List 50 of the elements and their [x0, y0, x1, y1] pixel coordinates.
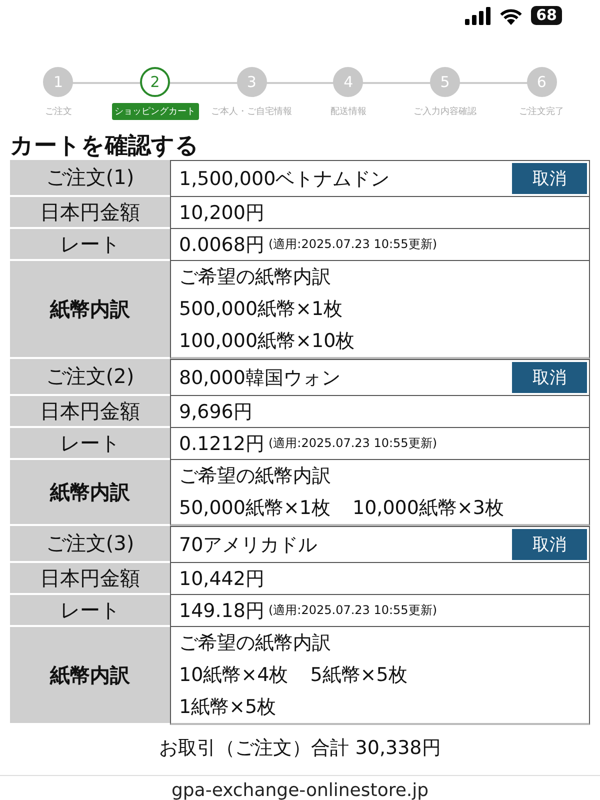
banknote-item: 1紙幣×5枚	[179, 695, 276, 720]
battery-level: 68	[531, 6, 562, 25]
banknote-item: 10紙幣×4枚	[179, 663, 288, 688]
cancel-button[interactable]: 取消	[512, 529, 587, 560]
banknote-item: 500,000紙幣×1枚	[179, 297, 343, 322]
label-cell: レート	[10, 595, 170, 627]
label-cell: ご注文(1)	[10, 160, 170, 197]
value-cell: 9,696円	[170, 396, 590, 428]
wifi-icon	[499, 6, 524, 24]
currency-amount: 1,500,000ベトナムドン	[179, 166, 390, 192]
banknote-item: 50,000紙幣×1枚	[179, 496, 330, 521]
label-cell: 紙幣内訳	[10, 460, 170, 526]
currency-amount: 70アメリカドル	[179, 532, 318, 558]
step-label: ショッピングカート	[112, 103, 198, 120]
rate-note: (適用:2025.07.23 10:55更新)	[268, 435, 437, 452]
step-label: ご本人・ご自宅情報	[210, 106, 294, 119]
notes-header: ご希望の紙幣内訳	[179, 265, 331, 290]
step-label: ご注文完了	[518, 106, 566, 119]
order-total: お取引（ご注文）合計 30,338円	[0, 725, 600, 776]
notes-header: ご希望の紙幣内訳	[179, 464, 331, 489]
rate-note: (適用:2025.07.23 10:55更新)	[268, 602, 437, 619]
rate-value: 149.18円	[179, 598, 264, 624]
page-title: カートを確認する	[9, 132, 200, 160]
label-cell: ご注文(2)	[10, 359, 170, 396]
rate-value: 0.0068円	[179, 232, 264, 258]
value-cell: 10,442円	[170, 563, 590, 595]
label-cell: ご注文(3)	[10, 526, 170, 563]
url-text: gpa-exchange-onlinestore.jp	[171, 780, 429, 800]
label-cell: レート	[10, 229, 170, 261]
rate-value: 0.1212円	[179, 432, 264, 456]
step-label: 配送情報	[329, 106, 368, 119]
banknote-item: 100,000紙幣×10枚	[179, 329, 355, 354]
signal-icon	[465, 6, 492, 24]
label-cell: 紙幣内訳	[10, 627, 170, 725]
label-cell: 日本円金額	[10, 563, 170, 595]
label-cell: 日本円金額	[10, 197, 170, 229]
cancel-button[interactable]: 取消	[512, 163, 587, 194]
step-number: 2	[140, 67, 170, 97]
step-label: ご注文	[44, 106, 73, 119]
label-cell: 日本円金額	[10, 396, 170, 428]
notes-header: ご希望の紙幣内訳	[179, 631, 331, 656]
rate-note: (適用:2025.07.23 10:55更新)	[268, 236, 437, 253]
label-cell: レート	[10, 428, 170, 460]
currency-amount: 80,000韓国ウォン	[179, 366, 340, 390]
banknote-item: 10,000紙幣×3枚	[352, 496, 504, 521]
cancel-button[interactable]: 取消	[512, 362, 587, 393]
step-label: ご入力内容確認	[412, 106, 478, 119]
value-cell: 10,200円	[170, 197, 590, 229]
label-cell: 紙幣内訳	[10, 261, 170, 359]
banknote-item: 5紙幣×5枚	[310, 663, 408, 688]
